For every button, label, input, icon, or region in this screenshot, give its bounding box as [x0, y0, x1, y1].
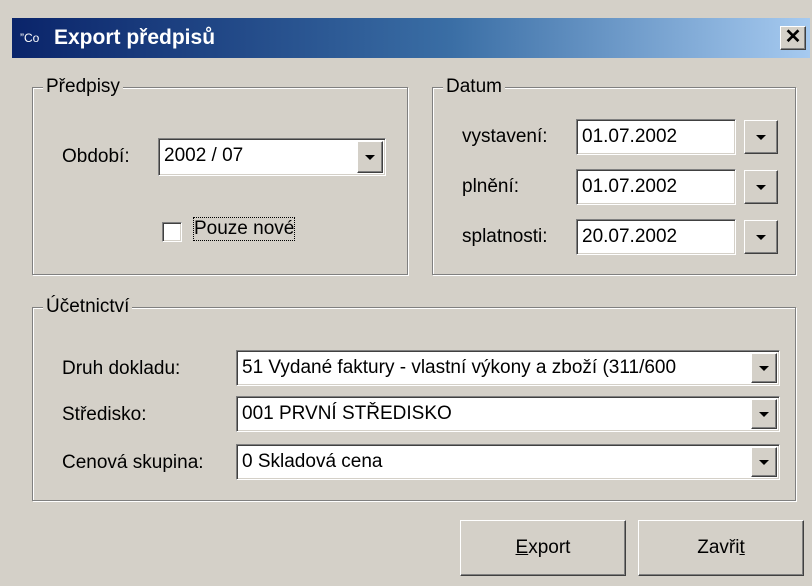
obdobi-dropdown-button[interactable] [357, 141, 383, 173]
cenova-skupina-value: 0 Skladová cena [242, 451, 383, 472]
app-icon: ”Co [20, 31, 40, 45]
druh-dokladu-select[interactable]: 51 Vydané faktury - vlastní výkony a zbo… [236, 350, 780, 386]
plneni-date-button[interactable] [744, 170, 778, 204]
chevron-down-icon [759, 460, 769, 465]
export-button[interactable]: Export [460, 520, 626, 576]
chevron-down-icon [756, 135, 766, 140]
splatnosti-date-button[interactable] [744, 220, 778, 254]
predpisy-group-label: Předpisy [43, 76, 123, 98]
druh-dokladu-label: Druh dokladu: [62, 358, 181, 379]
plneni-field[interactable]: 01.07.2002 [576, 169, 736, 205]
cenova-skupina-dropdown-button[interactable] [751, 447, 777, 477]
close-icon: ✕ [784, 26, 802, 48]
export-accesskey: E [515, 537, 529, 558]
splatnosti-field[interactable]: 20.07.2002 [576, 219, 736, 255]
stredisko-dropdown-button[interactable] [751, 399, 777, 429]
plneni-value: 01.07.2002 [582, 176, 678, 197]
obdobi-value: 2002 / 07 [164, 145, 244, 166]
close-button[interactable]: ✕ [780, 26, 806, 50]
chevron-down-icon [756, 235, 766, 240]
title-bar[interactable]: ”Co Export předpisů ✕ [12, 18, 810, 58]
chevron-down-icon [759, 412, 769, 417]
export-button-label: xport [528, 537, 571, 558]
pouze-nove-label[interactable]: Pouze nové [192, 217, 296, 241]
stredisko-label: Středisko: [62, 404, 147, 425]
druh-dokladu-dropdown-button[interactable] [751, 353, 777, 383]
splatnosti-label: splatnosti: [462, 226, 548, 247]
stredisko-value: 001 PRVNÍ STŘEDISKO [242, 403, 452, 424]
datum-group-label: Datum [443, 76, 505, 98]
window-title: Export předpisů [54, 26, 216, 49]
vystaveni-label: vystavení: [462, 126, 548, 147]
predpisy-group: Předpisy [32, 76, 408, 275]
ucetnictvi-group-label: Účetnictví [43, 296, 133, 318]
vystaveni-value: 01.07.2002 [582, 126, 678, 147]
cenova-skupina-select[interactable]: 0 Skladová cena [236, 444, 780, 480]
zavrit-button[interactable]: Zavřit [638, 520, 804, 576]
pouze-nove-checkbox[interactable] [162, 222, 182, 242]
druh-dokladu-value: 51 Vydané faktury - vlastní výkony a zbo… [242, 357, 677, 378]
cenova-skupina-label: Cenová skupina: [62, 452, 204, 473]
chevron-down-icon [759, 366, 769, 371]
chevron-down-icon [756, 185, 766, 190]
splatnosti-value: 20.07.2002 [582, 226, 678, 247]
obdobi-select[interactable]: 2002 / 07 [158, 138, 386, 176]
stredisko-select[interactable]: 001 PRVNÍ STŘEDISKO [236, 396, 780, 432]
vystaveni-field[interactable]: 01.07.2002 [576, 119, 736, 155]
plneni-label: plnění: [462, 176, 520, 197]
export-dialog: ”Co Export předpisů ✕ Předpisy Období: 2… [0, 0, 812, 586]
vystaveni-date-button[interactable] [744, 120, 778, 154]
obdobi-label: Období: [62, 146, 130, 167]
chevron-down-icon [365, 155, 375, 160]
zavrit-accesskey: t [739, 537, 745, 558]
zavrit-button-label: Zavři [697, 537, 740, 558]
